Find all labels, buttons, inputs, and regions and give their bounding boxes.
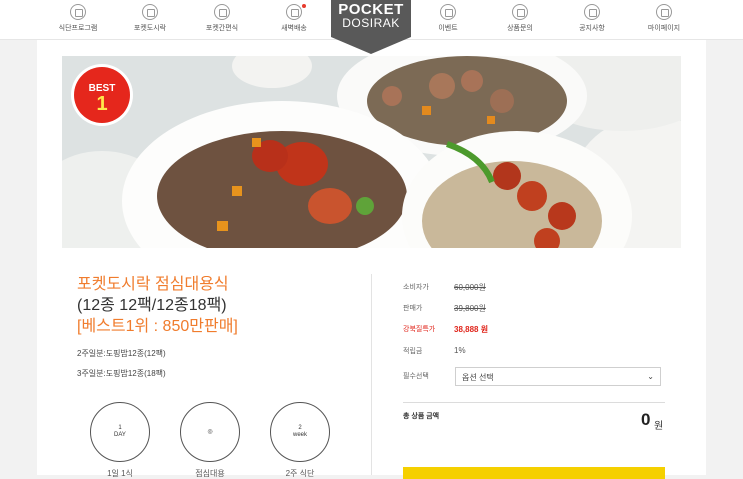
user-icon — [656, 4, 672, 20]
inquiry-icon — [512, 4, 528, 20]
product-title-line1: 포켓도시락 점심대용식 — [77, 276, 229, 293]
special-price: 38,888 원 — [454, 325, 489, 334]
two-week-icon: 2 week — [270, 402, 330, 462]
nav-item-event[interactable]: 이벤트 — [416, 4, 480, 33]
hero-food-image: BEST 1 — [62, 56, 681, 248]
option-desc-3weeks: 3주일분:도핑밥12종(18팩) — [77, 369, 166, 378]
sale-price: 39,800원 — [454, 304, 486, 313]
total-separator — [403, 402, 665, 403]
product-title-line3: [베스트1위 : 850만판매] — [77, 318, 238, 335]
column-divider — [371, 274, 372, 475]
simple-meal-icon — [214, 4, 230, 20]
total-amount: 0 — [641, 410, 651, 429]
feature-label-lunch: 점심대용 — [195, 469, 225, 478]
nav-item-menu-program[interactable]: 식단프로그램 — [46, 4, 110, 33]
chevron-down-icon: ⌄ — [647, 372, 654, 381]
nav-item-simple-meal[interactable]: 포켓간편식 — [190, 4, 254, 33]
product-title-line2: (12종 12팩/12종18팩) — [77, 297, 227, 314]
nav-item-notice[interactable]: 공지사항 — [560, 4, 624, 33]
total-label: 총 상품 금액 — [403, 413, 440, 420]
new-dot-icon — [302, 4, 306, 8]
buy-button[interactable] — [403, 467, 665, 479]
feature-label-2weeks: 2주 식단 — [285, 469, 315, 478]
product-panel: BEST 1 포켓도시락 점심대용식 (12종 12팩/12종18팩) [베스트… — [37, 40, 706, 479]
delivery-icon — [286, 4, 302, 20]
lunch-meal-icon: ◎ — [180, 402, 240, 462]
nav-item-mypage[interactable]: 마이페이지 — [632, 4, 696, 33]
best-badge: BEST 1 — [70, 63, 134, 127]
logo-text-dosirak: DOSIRAK — [342, 16, 400, 30]
points-value: 1% — [454, 346, 466, 355]
option-select[interactable]: 옵션 선택 ⌄ — [455, 367, 661, 386]
product-title: 포켓도시락 점심대용식 (12종 12팩/12종18팩) [베스트1위 : 85… — [77, 274, 357, 337]
nav-item-inquiry[interactable]: 상품문의 — [488, 4, 552, 33]
bell-icon — [584, 4, 600, 20]
nav-item-dawn-delivery[interactable]: 새벽배송 — [262, 4, 326, 33]
lunchbox-icon — [142, 4, 158, 20]
consumer-price: 60,000원 — [454, 283, 486, 292]
nav-item-pocket-dosirak[interactable]: 포켓도시락 — [118, 4, 182, 33]
total-unit: 원 — [654, 421, 664, 432]
badge-rank-text: 1 — [96, 93, 108, 115]
option-desc-2weeks: 2주일분:도핑밥12종(12팩) — [77, 349, 166, 358]
one-day-icon: 1 DAY — [90, 402, 150, 462]
pocket-dosirak-logo[interactable]: POCKET DOSIRAK — [331, 0, 411, 54]
menu-program-icon — [70, 4, 86, 20]
feature-label-daily: 1일 1식 — [107, 469, 133, 478]
gift-icon — [440, 4, 456, 20]
